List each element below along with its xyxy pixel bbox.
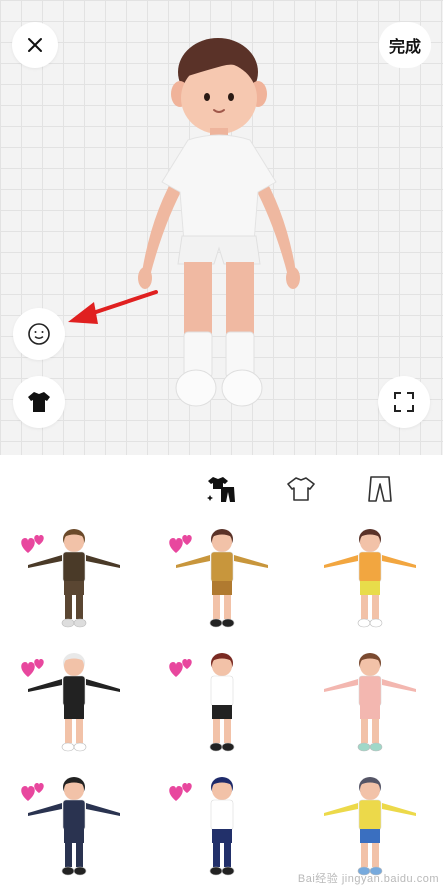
outfit-card[interactable] (0, 519, 148, 643)
outfit-card[interactable] (148, 767, 296, 891)
face-icon (28, 323, 50, 345)
outfit-button[interactable] (13, 376, 65, 428)
outfit-grid (0, 519, 443, 890)
fullscreen-icon (394, 392, 414, 412)
outfit-figure (324, 653, 416, 752)
outfit-figure (324, 529, 416, 628)
favorite-hearts-icon (20, 781, 46, 803)
avatar-figure (138, 38, 300, 407)
outfit-panel: Bai经验 jingyan.baidu.com (0, 455, 443, 890)
outfit-card[interactable] (296, 643, 443, 767)
outfit-card[interactable] (148, 519, 296, 643)
close-icon (28, 38, 42, 52)
outfit-card[interactable] (0, 643, 148, 767)
favorite-hearts-icon (168, 533, 194, 555)
outfit-card[interactable] (148, 643, 296, 767)
favorite-hearts-icon (20, 533, 46, 555)
annotation-arrow (68, 290, 158, 324)
favorite-hearts-icon (20, 657, 46, 679)
favorite-hearts-icon (168, 657, 194, 679)
face-button[interactable] (13, 308, 65, 360)
outfit-card[interactable] (296, 519, 443, 643)
avatar-stage: 完成 (0, 0, 443, 455)
tab-outfit-set[interactable] (204, 471, 240, 507)
favorite-hearts-icon (168, 781, 194, 803)
tab-top[interactable] (283, 471, 319, 507)
tab-pants[interactable] (362, 471, 398, 507)
outfit-card[interactable] (0, 767, 148, 891)
top-icon (287, 477, 315, 501)
tshirt-icon (28, 392, 50, 412)
category-tabs (0, 455, 443, 519)
done-button[interactable]: 完成 (379, 22, 431, 68)
outfit-set-icon (207, 477, 235, 502)
watermark-text: Bai经验 jingyan.baidu.com (297, 873, 439, 885)
pants-icon (368, 476, 392, 502)
fullscreen-button[interactable] (378, 376, 430, 428)
close-button[interactable] (12, 22, 58, 68)
